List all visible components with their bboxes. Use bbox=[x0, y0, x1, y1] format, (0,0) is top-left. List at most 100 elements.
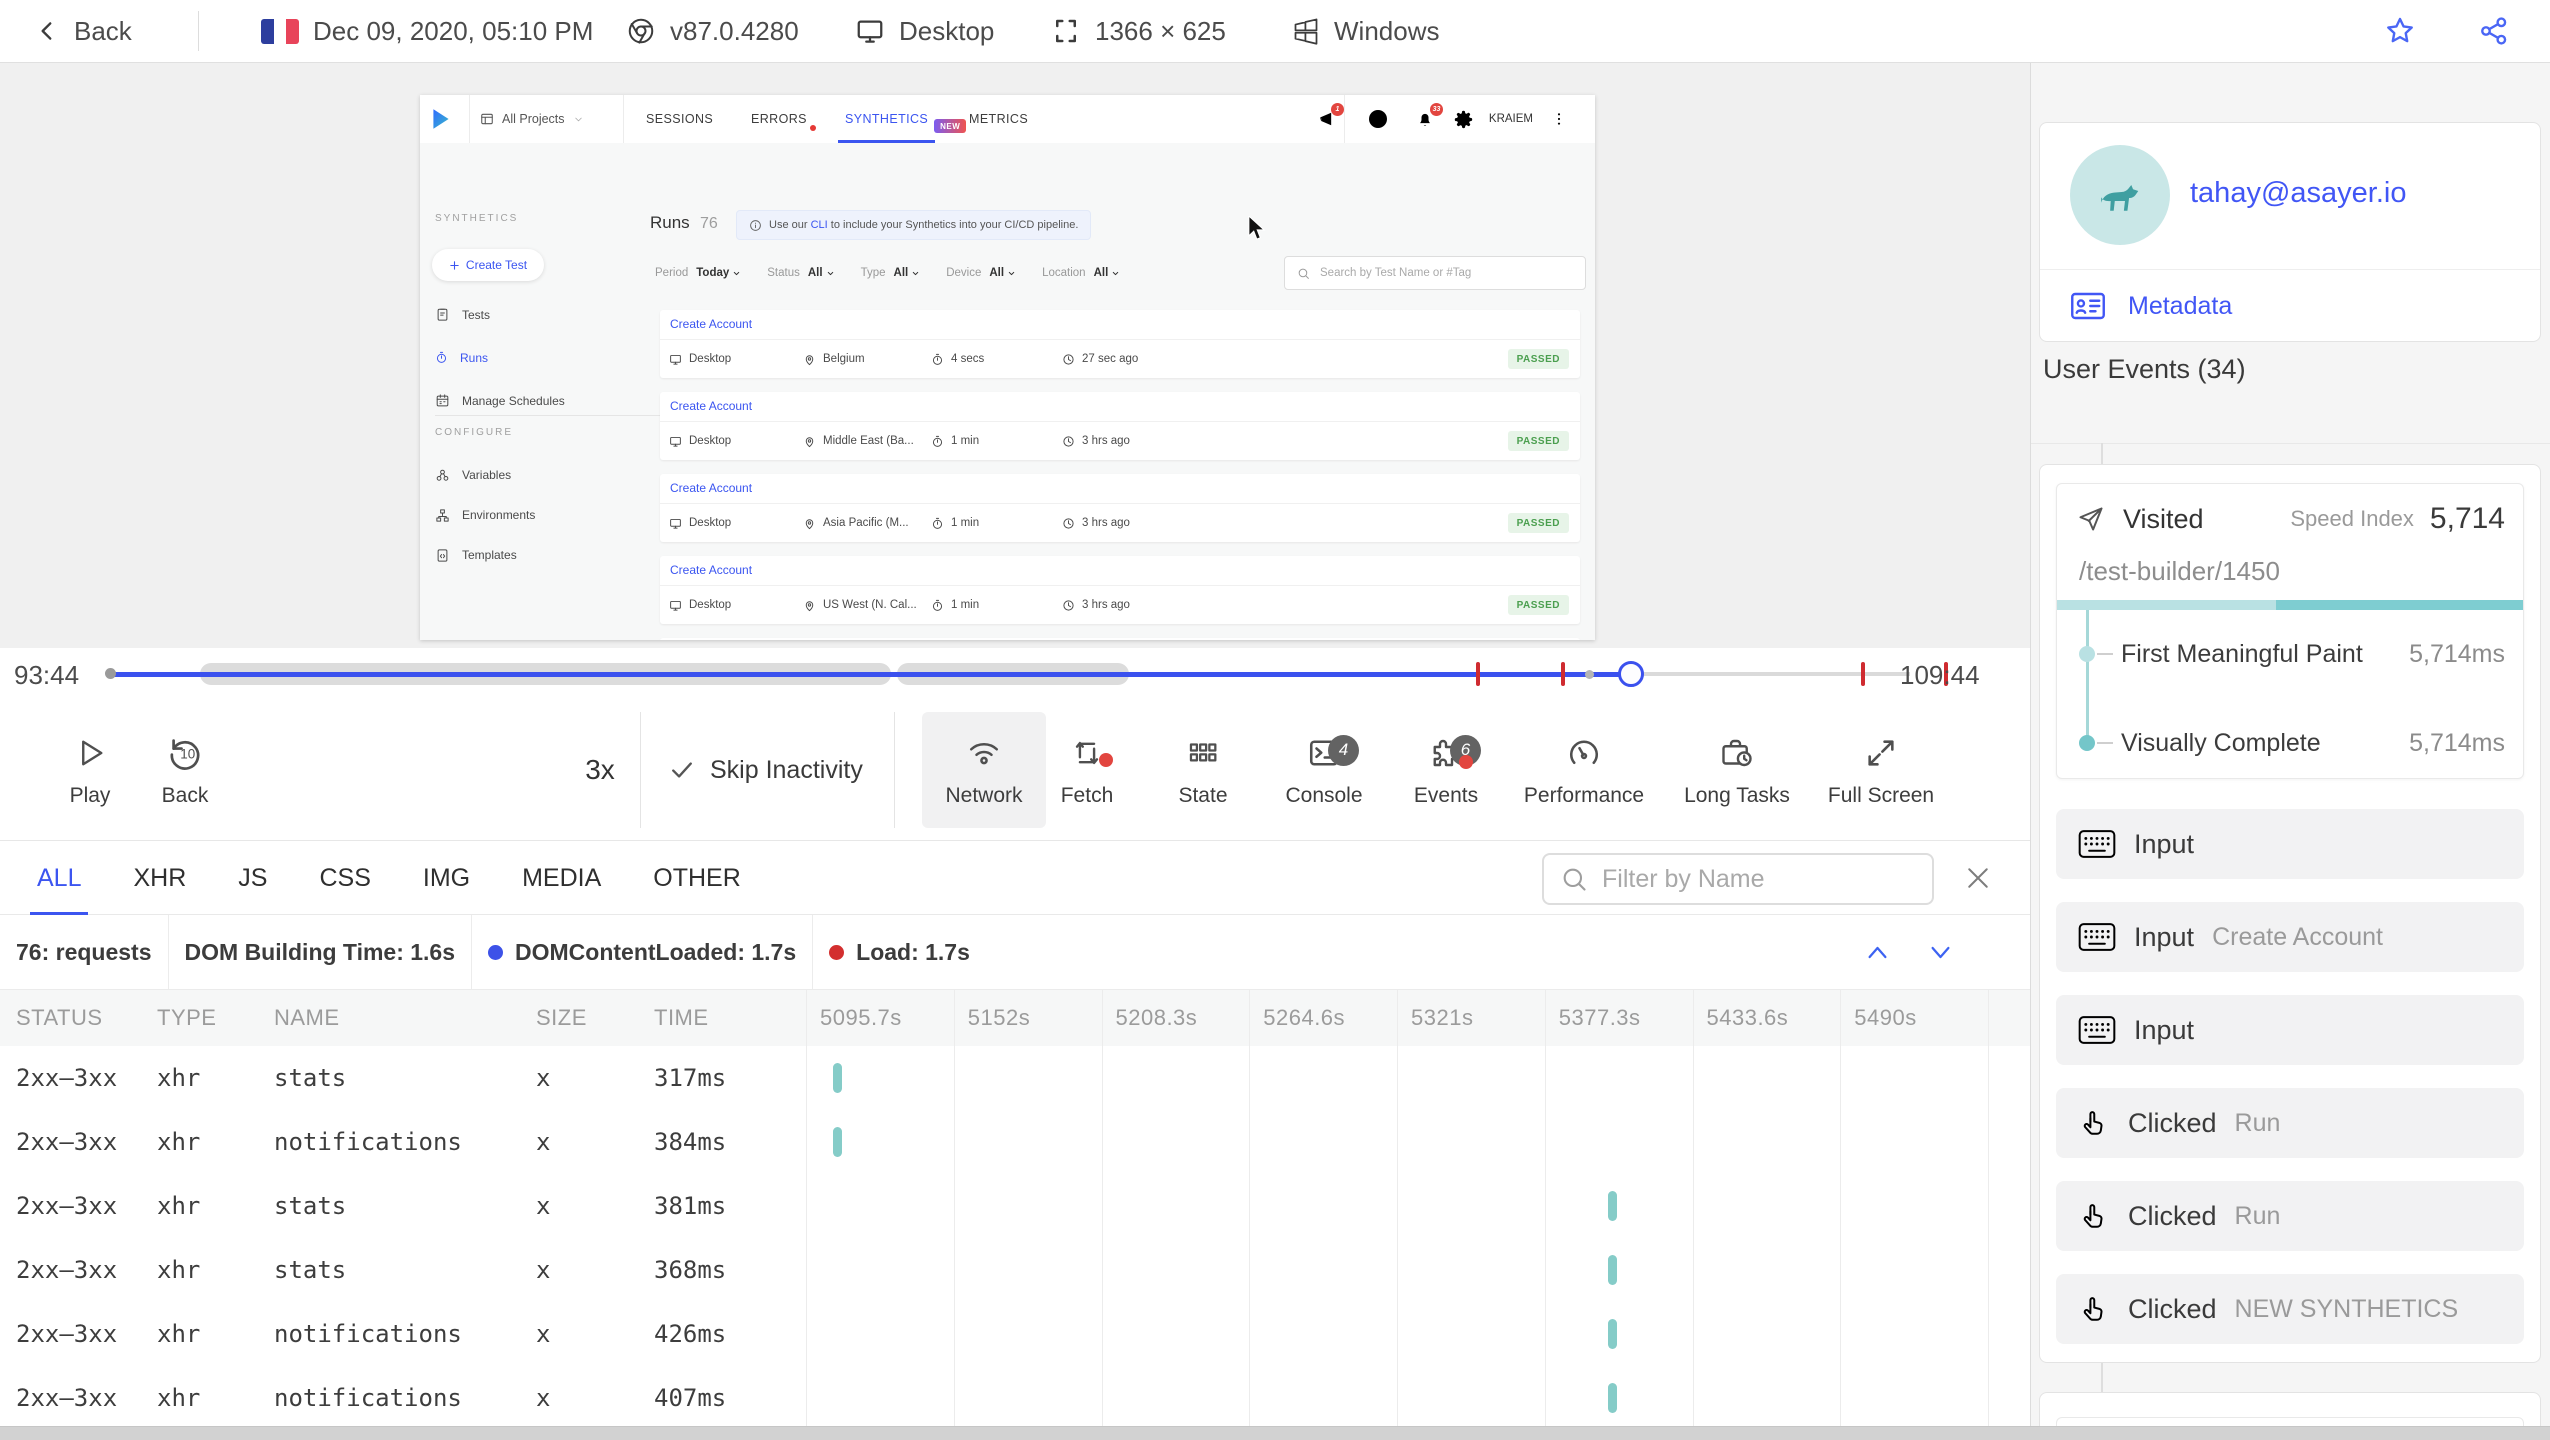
run-card[interactable]: Create Account Desktop Middle East (Ba... 1… bbox=[660, 392, 1580, 460]
network-request-row[interactable]: 2xx–3xx xhr stats x 381ms bbox=[0, 1174, 2030, 1238]
network-tab-all[interactable]: ALL bbox=[29, 841, 90, 916]
network-filter-input[interactable] bbox=[1600, 863, 1932, 895]
app-tab-metrics[interactable]: METRICS bbox=[969, 95, 1028, 143]
app-tab-errors[interactable]: ERRORS bbox=[751, 95, 816, 143]
username-menu[interactable]: KRAIEM bbox=[1489, 95, 1533, 143]
run-test-name[interactable]: Create Account bbox=[670, 399, 752, 413]
device-icon bbox=[669, 353, 682, 366]
filter-device[interactable]: Device All bbox=[946, 267, 1016, 279]
session-events-sidebar: tahay@asayer.io Metadata User Events (34… bbox=[2030, 62, 2550, 1440]
timeline-event-dot bbox=[1585, 669, 1595, 679]
network-request-row[interactable]: 2xx–3xx xhr stats x 368ms bbox=[0, 1238, 2030, 1302]
filter-status[interactable]: Status All bbox=[767, 267, 834, 279]
visited-url: /test-builder/1450 bbox=[2079, 556, 2280, 586]
announcements-icon[interactable]: 1 bbox=[1317, 95, 1344, 143]
user-event-input[interactable]: Input bbox=[2056, 809, 2524, 879]
chevron-down-icon bbox=[826, 269, 835, 278]
events-panel-button[interactable]: 6 Events bbox=[1376, 710, 1516, 830]
recording-spinner-icon[interactable] bbox=[1366, 95, 1390, 143]
run-test-name[interactable]: Create Account bbox=[670, 481, 752, 495]
user-email-link[interactable]: tahay@asayer.io bbox=[2190, 177, 2406, 210]
run-test-name[interactable]: Create Account bbox=[670, 317, 752, 331]
filter-type[interactable]: Type All bbox=[861, 267, 921, 279]
project-selector[interactable]: All Projects bbox=[480, 95, 584, 143]
network-tab-img[interactable]: IMG bbox=[423, 841, 470, 916]
timeline-progress bbox=[110, 671, 1631, 677]
sidebar-item-runs[interactable]: Runs bbox=[435, 336, 565, 379]
network-request-row[interactable]: 2xx–3xx xhr notifications x 426ms bbox=[0, 1302, 2030, 1366]
user-event-list: Input Input Create Account Input Clicked Run C… bbox=[2056, 809, 2524, 1344]
location-icon bbox=[803, 599, 816, 612]
run-card[interactable]: Create Account Desktop Asia Pacific (M... 1… bbox=[660, 474, 1580, 542]
app-configure-menu: Variables Environments Templates bbox=[435, 455, 535, 575]
performance-panel-button[interactable]: Performance bbox=[1514, 710, 1654, 830]
back-10-button[interactable]: 10 Back bbox=[115, 710, 255, 830]
app-tab-synthetics[interactable]: SYNTHETICS NEW bbox=[838, 95, 967, 143]
jump-next-button[interactable] bbox=[1927, 939, 1954, 966]
player-controls: Play 10 Back 3x Skip Inactivity Network … bbox=[0, 700, 2030, 840]
sidebar-item-variables[interactable]: Variables bbox=[435, 455, 535, 495]
full-screen-button[interactable]: Full Screen bbox=[1811, 710, 1951, 830]
settings-gear-icon[interactable] bbox=[1454, 95, 1473, 143]
user-event-input[interactable]: Input Create Account bbox=[2056, 902, 2524, 972]
replay-viewport[interactable]: All Projects SESSIONS ERRORS SYNTHETICS NEW… bbox=[420, 95, 1595, 640]
duration-icon bbox=[931, 599, 944, 612]
playback-speed-button[interactable]: 3x bbox=[560, 700, 640, 840]
run-card[interactable]: Create Account Desktop Belgium 4 secs 27 sec… bbox=[660, 310, 1580, 378]
favorite-star-button[interactable] bbox=[2384, 15, 2416, 47]
user-event-input[interactable]: Input bbox=[2056, 995, 2524, 1065]
filter-location[interactable]: Location All bbox=[1042, 267, 1120, 279]
jump-previous-button[interactable] bbox=[1864, 939, 1891, 966]
sidebar-item-environments[interactable]: Environments bbox=[435, 495, 535, 535]
clipboard-icon bbox=[435, 307, 450, 322]
back-button[interactable]: Back bbox=[34, 0, 132, 62]
network-tab-xhr[interactable]: XHR bbox=[133, 841, 186, 916]
info-icon bbox=[749, 219, 762, 232]
state-panel-button[interactable]: State bbox=[1133, 710, 1273, 830]
skip-inactivity-toggle[interactable]: Skip Inactivity bbox=[668, 700, 863, 840]
long-tasks-panel-button[interactable]: Long Tasks bbox=[1667, 710, 1807, 830]
app-tab-sessions[interactable]: SESSIONS bbox=[646, 95, 713, 143]
duration-icon bbox=[931, 435, 944, 448]
network-request-row[interactable]: 2xx–3xx xhr notifications x 384ms bbox=[0, 1110, 2030, 1174]
gauge-icon bbox=[1566, 733, 1602, 773]
timeline-connector bbox=[2101, 1363, 2103, 1392]
runs-page-title: Runs bbox=[650, 213, 690, 232]
network-request-row[interactable]: 2xx–3xx xhr stats x 317ms bbox=[0, 1046, 2030, 1110]
kebab-menu-icon[interactable] bbox=[1551, 95, 1567, 143]
user-event-click[interactable]: Clicked NEW SYNTHETICS bbox=[2056, 1274, 2524, 1344]
location-icon bbox=[803, 435, 816, 448]
horizontal-scrollbar[interactable] bbox=[0, 1426, 2550, 1440]
network-filter-box[interactable] bbox=[1542, 853, 1934, 905]
cli-link[interactable]: CLI bbox=[811, 219, 828, 231]
share-button[interactable] bbox=[2478, 15, 2510, 47]
time-ago-icon bbox=[1062, 435, 1075, 448]
run-card[interactable]: Create AccountDesktopCanada (Central)1 m… bbox=[660, 638, 1580, 640]
console-panel-button[interactable]: 4 Console bbox=[1254, 710, 1394, 830]
metric-first-meaningful-paint: First Meaningful Paint 5,714ms bbox=[2057, 634, 2523, 674]
filter-period[interactable]: Period Today bbox=[655, 267, 741, 279]
network-tab-media[interactable]: MEDIA bbox=[522, 841, 601, 916]
visited-event-card[interactable]: Visited Speed Index 5,714 /test-builder/… bbox=[2056, 483, 2524, 779]
os-type: Windows bbox=[1292, 0, 1439, 62]
timeline-track[interactable] bbox=[105, 648, 1948, 700]
test-search-input[interactable] bbox=[1318, 266, 1585, 280]
notifications-bell-icon[interactable]: 33 bbox=[1415, 95, 1443, 143]
run-card[interactable]: Create Account Desktop US West (N. Cal... 1… bbox=[660, 556, 1580, 624]
user-event-click[interactable]: Clicked Run bbox=[2056, 1088, 2524, 1158]
network-request-row[interactable]: 2xx–3xx xhr notifications x 407ms bbox=[0, 1366, 2030, 1430]
network-tab-other[interactable]: OTHER bbox=[653, 841, 741, 916]
close-panel-button[interactable] bbox=[1963, 863, 1993, 893]
network-tab-js[interactable]: JS bbox=[238, 841, 267, 916]
sidebar-item-tests[interactable]: Tests bbox=[435, 293, 565, 336]
user-event-click[interactable]: Clicked Run bbox=[2056, 1181, 2524, 1251]
network-tab-css[interactable]: CSS bbox=[319, 841, 370, 916]
request-timing-mark bbox=[1608, 1383, 1618, 1413]
create-test-button[interactable]: Create Test bbox=[432, 249, 544, 281]
timeline-playhead[interactable] bbox=[1618, 661, 1644, 687]
test-search-box[interactable] bbox=[1284, 256, 1586, 290]
run-test-name[interactable]: Create Account bbox=[670, 563, 752, 577]
metadata-button[interactable]: Metadata bbox=[2070, 283, 2232, 329]
sidebar-item-templates[interactable]: Templates bbox=[435, 535, 535, 575]
mouse-cursor bbox=[1247, 214, 1266, 247]
